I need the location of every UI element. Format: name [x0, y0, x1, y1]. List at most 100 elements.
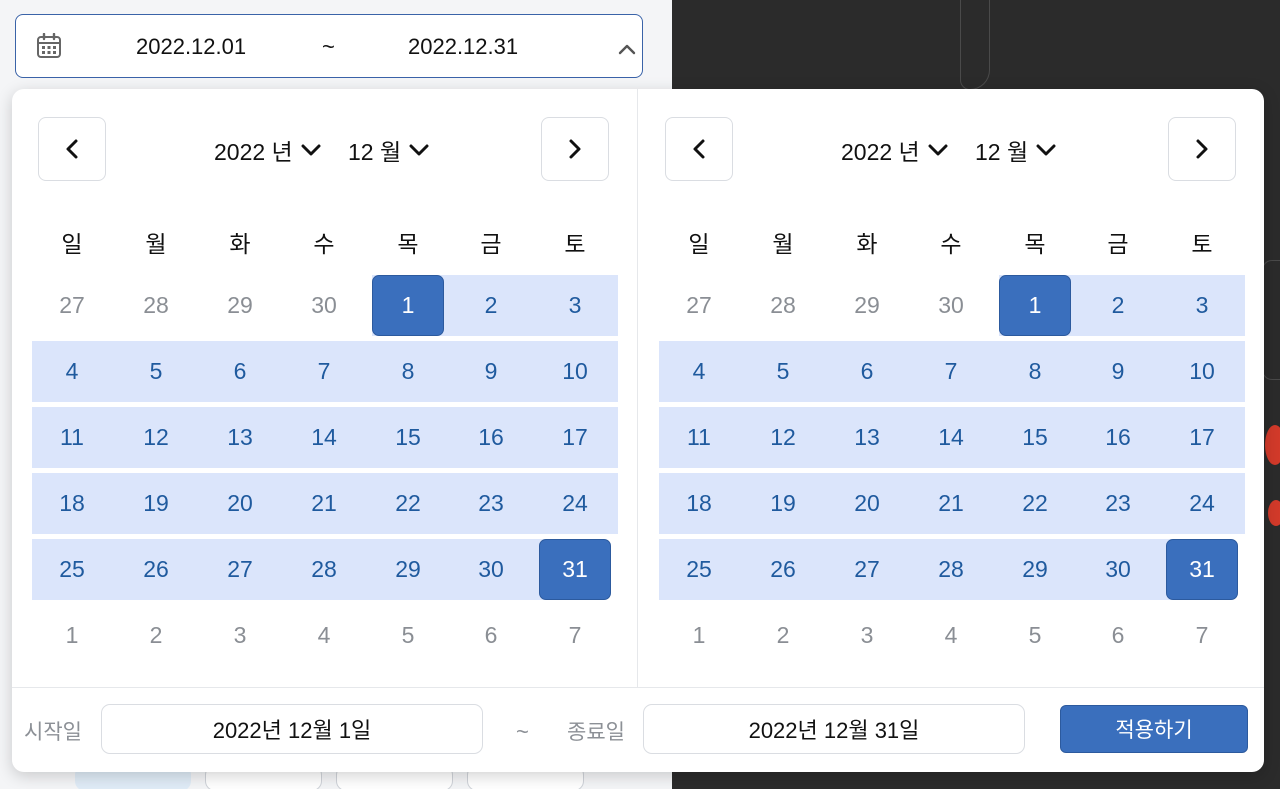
- year-select-label: 2022 년: [841, 139, 920, 165]
- day-cell[interactable]: 9: [1082, 341, 1154, 402]
- day-cell[interactable]: 16: [1082, 407, 1154, 468]
- day-cell[interactable]: 11: [663, 407, 735, 468]
- day-cell[interactable]: 29: [372, 539, 444, 600]
- start-date-field[interactable]: 2022년 12월 1일: [101, 704, 483, 754]
- day-cell[interactable]: 19: [747, 473, 819, 534]
- day-cell-outside-month[interactable]: 27: [36, 275, 108, 336]
- day-cell-outside-month[interactable]: 2: [120, 605, 192, 666]
- day-cell[interactable]: 18: [36, 473, 108, 534]
- day-cell[interactable]: 29: [999, 539, 1071, 600]
- day-cell-outside-month[interactable]: 4: [915, 605, 987, 666]
- prev-month-button[interactable]: [665, 117, 733, 181]
- day-cell[interactable]: 30: [455, 539, 527, 600]
- day-cell[interactable]: 13: [204, 407, 276, 468]
- day-cell[interactable]: 24: [539, 473, 611, 534]
- year-select[interactable]: 2022 년: [214, 133, 321, 167]
- day-cell-selected[interactable]: 31: [1166, 539, 1238, 600]
- chevron-up-icon[interactable]: [618, 43, 636, 55]
- day-cell[interactable]: 24: [1166, 473, 1238, 534]
- day-cell[interactable]: 10: [539, 341, 611, 402]
- day-cell[interactable]: 26: [747, 539, 819, 600]
- next-month-button[interactable]: [541, 117, 609, 181]
- day-cell-outside-month[interactable]: 7: [1166, 605, 1238, 666]
- day-cell[interactable]: 28: [915, 539, 987, 600]
- day-cell[interactable]: 3: [1166, 275, 1238, 336]
- day-cell-outside-month[interactable]: 5: [999, 605, 1071, 666]
- day-cell[interactable]: 3: [539, 275, 611, 336]
- day-cell-outside-month[interactable]: 29: [831, 275, 903, 336]
- day-cell[interactable]: 6: [831, 341, 903, 402]
- day-cell[interactable]: 15: [999, 407, 1071, 468]
- day-cell[interactable]: 6: [204, 341, 276, 402]
- day-cell-outside-month[interactable]: 4: [288, 605, 360, 666]
- day-cell[interactable]: 11: [36, 407, 108, 468]
- day-cell-outside-month[interactable]: 28: [747, 275, 819, 336]
- day-cell-outside-month[interactable]: 3: [831, 605, 903, 666]
- day-cell[interactable]: 21: [915, 473, 987, 534]
- day-cell-outside-month[interactable]: 27: [663, 275, 735, 336]
- weekday-label: 금: [1107, 231, 1129, 257]
- day-cell[interactable]: 23: [455, 473, 527, 534]
- day-cell[interactable]: 15: [372, 407, 444, 468]
- day-cell[interactable]: 28: [288, 539, 360, 600]
- day-cell[interactable]: 7: [288, 341, 360, 402]
- day-cell-outside-month[interactable]: 30: [915, 275, 987, 336]
- day-cell[interactable]: 4: [663, 341, 735, 402]
- apply-button[interactable]: 적용하기: [1060, 705, 1248, 753]
- year-select[interactable]: 2022 년: [841, 133, 948, 167]
- day-cell[interactable]: 27: [204, 539, 276, 600]
- day-cell[interactable]: 8: [372, 341, 444, 402]
- end-date-field[interactable]: 2022년 12월 31일: [643, 704, 1025, 754]
- day-cell[interactable]: 21: [288, 473, 360, 534]
- day-cell[interactable]: 18: [663, 473, 735, 534]
- weekday-label: 토: [564, 231, 586, 257]
- day-cell-selected[interactable]: 1: [999, 275, 1071, 336]
- day-cell[interactable]: 8: [999, 341, 1071, 402]
- day-cell[interactable]: 12: [120, 407, 192, 468]
- day-cell-outside-month[interactable]: 28: [120, 275, 192, 336]
- day-cell-outside-month[interactable]: 6: [455, 605, 527, 666]
- day-cell-outside-month[interactable]: 2: [747, 605, 819, 666]
- day-cell[interactable]: 12: [747, 407, 819, 468]
- day-cell[interactable]: 17: [539, 407, 611, 468]
- day-cell[interactable]: 17: [1166, 407, 1238, 468]
- day-cell[interactable]: 27: [831, 539, 903, 600]
- month-select[interactable]: 12 월: [975, 133, 1056, 167]
- day-cell[interactable]: 22: [372, 473, 444, 534]
- day-cell[interactable]: 5: [747, 341, 819, 402]
- day-cell-selected[interactable]: 1: [372, 275, 444, 336]
- day-cell-outside-month[interactable]: 7: [539, 605, 611, 666]
- day-cell-outside-month[interactable]: 30: [288, 275, 360, 336]
- day-cell[interactable]: 16: [455, 407, 527, 468]
- day-cell[interactable]: 23: [1082, 473, 1154, 534]
- day-cell[interactable]: 5: [120, 341, 192, 402]
- date-range-input[interactable]: 2022.12.01 ~ 2022.12.31: [15, 14, 643, 78]
- prev-month-button[interactable]: [38, 117, 106, 181]
- day-cell-outside-month[interactable]: 5: [372, 605, 444, 666]
- day-cell[interactable]: 22: [999, 473, 1071, 534]
- day-cell[interactable]: 10: [1166, 341, 1238, 402]
- day-cell[interactable]: 14: [915, 407, 987, 468]
- day-cell[interactable]: 9: [455, 341, 527, 402]
- day-cell[interactable]: 14: [288, 407, 360, 468]
- day-cell-outside-month[interactable]: 6: [1082, 605, 1154, 666]
- day-cell-selected[interactable]: 31: [539, 539, 611, 600]
- day-cell[interactable]: 20: [204, 473, 276, 534]
- day-cell[interactable]: 2: [1082, 275, 1154, 336]
- day-cell[interactable]: 19: [120, 473, 192, 534]
- day-cell[interactable]: 25: [36, 539, 108, 600]
- day-cell[interactable]: 26: [120, 539, 192, 600]
- day-cell[interactable]: 7: [915, 341, 987, 402]
- next-month-button[interactable]: [1168, 117, 1236, 181]
- day-cell[interactable]: 25: [663, 539, 735, 600]
- day-cell-outside-month[interactable]: 29: [204, 275, 276, 336]
- day-cell[interactable]: 2: [455, 275, 527, 336]
- month-select[interactable]: 12 월: [348, 133, 429, 167]
- day-cell[interactable]: 20: [831, 473, 903, 534]
- day-cell[interactable]: 13: [831, 407, 903, 468]
- day-cell-outside-month[interactable]: 3: [204, 605, 276, 666]
- day-cell[interactable]: 4: [36, 341, 108, 402]
- day-cell-outside-month[interactable]: 1: [663, 605, 735, 666]
- day-cell-outside-month[interactable]: 1: [36, 605, 108, 666]
- day-cell[interactable]: 30: [1082, 539, 1154, 600]
